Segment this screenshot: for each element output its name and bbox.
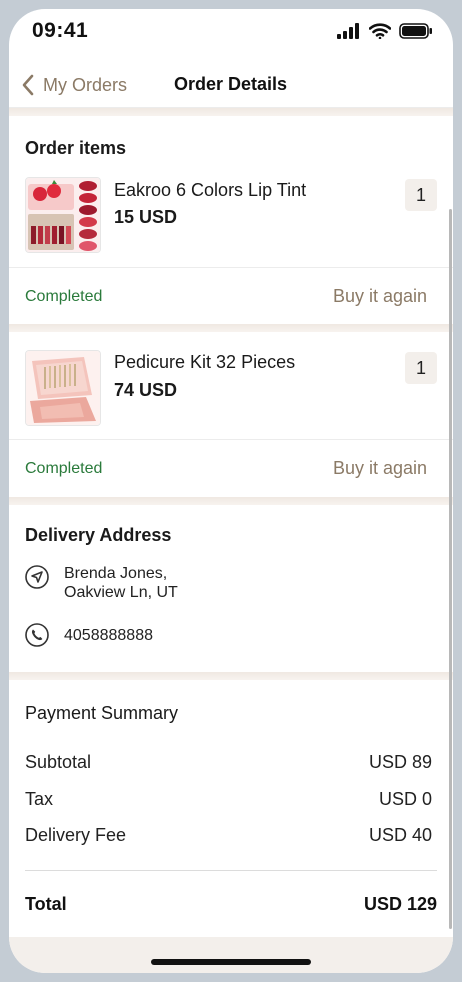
section-separator <box>9 108 453 116</box>
item-price: 74 USD <box>114 380 178 400</box>
section-separator <box>9 672 453 680</box>
item-name[interactable]: Eakroo 6 Colors Lip Tint <box>114 180 306 201</box>
delivery-address-title: Delivery Address <box>25 525 172 545</box>
bottom-bar <box>9 937 453 973</box>
status-bar: 09:41 <box>9 9 453 57</box>
chevron-left-icon <box>22 74 34 96</box>
item-name[interactable]: Pedicure Kit 32 Pieces <box>114 352 295 373</box>
pedicure-kit-image <box>26 351 100 425</box>
lip-tint-thumbnail[interactable] <box>25 177 101 253</box>
order-items-title: Order items <box>25 138 127 158</box>
battery-icon <box>399 23 432 39</box>
page-title: Order Details <box>174 74 288 94</box>
delivery-phone: 4058888888 <box>64 627 153 644</box>
delivery-address: Oakview Ln, UT <box>64 584 178 601</box>
buy-again-button[interactable]: Buy it again <box>333 458 427 479</box>
status-badge: Completed <box>25 460 103 477</box>
tax-value: USD 0 <box>378 789 432 809</box>
status-icons <box>337 22 433 40</box>
payment-summary-title: Payment Summary <box>25 703 179 723</box>
subtotal-label: Subtotal <box>25 752 92 772</box>
status-badge: Completed <box>25 288 103 305</box>
total-value: USD 129 <box>363 894 437 914</box>
screen: 09:41 My Orders Order Details Order item… <box>9 9 453 973</box>
section-separator <box>9 497 453 505</box>
pedicure-kit-thumbnail[interactable] <box>25 350 101 426</box>
location-arrow-icon <box>25 565 49 589</box>
back-label: My Orders <box>43 74 128 95</box>
signal-icon <box>337 23 359 39</box>
buy-again-button[interactable]: Buy it again <box>333 286 427 307</box>
divider <box>25 870 437 871</box>
delivery-fee-value: USD 40 <box>368 825 432 845</box>
home-indicator[interactable] <box>151 959 311 965</box>
nav-bar: My Orders Order Details <box>9 61 453 109</box>
delivery-fee-label: Delivery Fee <box>25 825 127 845</box>
phone-frame: 09:41 My Orders Order Details Order item… <box>0 0 462 982</box>
wifi-icon <box>369 23 391 39</box>
quantity-badge: 1 <box>405 352 437 384</box>
item-price: 15 USD <box>114 207 178 227</box>
scrollbar[interactable] <box>449 209 452 929</box>
divider <box>9 439 453 440</box>
quantity-badge: 1 <box>405 179 437 211</box>
back-button[interactable]: My Orders <box>21 69 127 101</box>
subtotal-value: USD 89 <box>368 752 432 772</box>
lip-tint-image <box>26 178 100 252</box>
delivery-name: Brenda Jones, <box>64 565 168 582</box>
section-separator <box>9 324 453 332</box>
divider <box>9 267 453 268</box>
tax-label: Tax <box>25 789 54 809</box>
total-label: Total <box>25 894 67 914</box>
phone-icon <box>25 623 49 647</box>
status-time: 09:41 <box>32 19 89 42</box>
